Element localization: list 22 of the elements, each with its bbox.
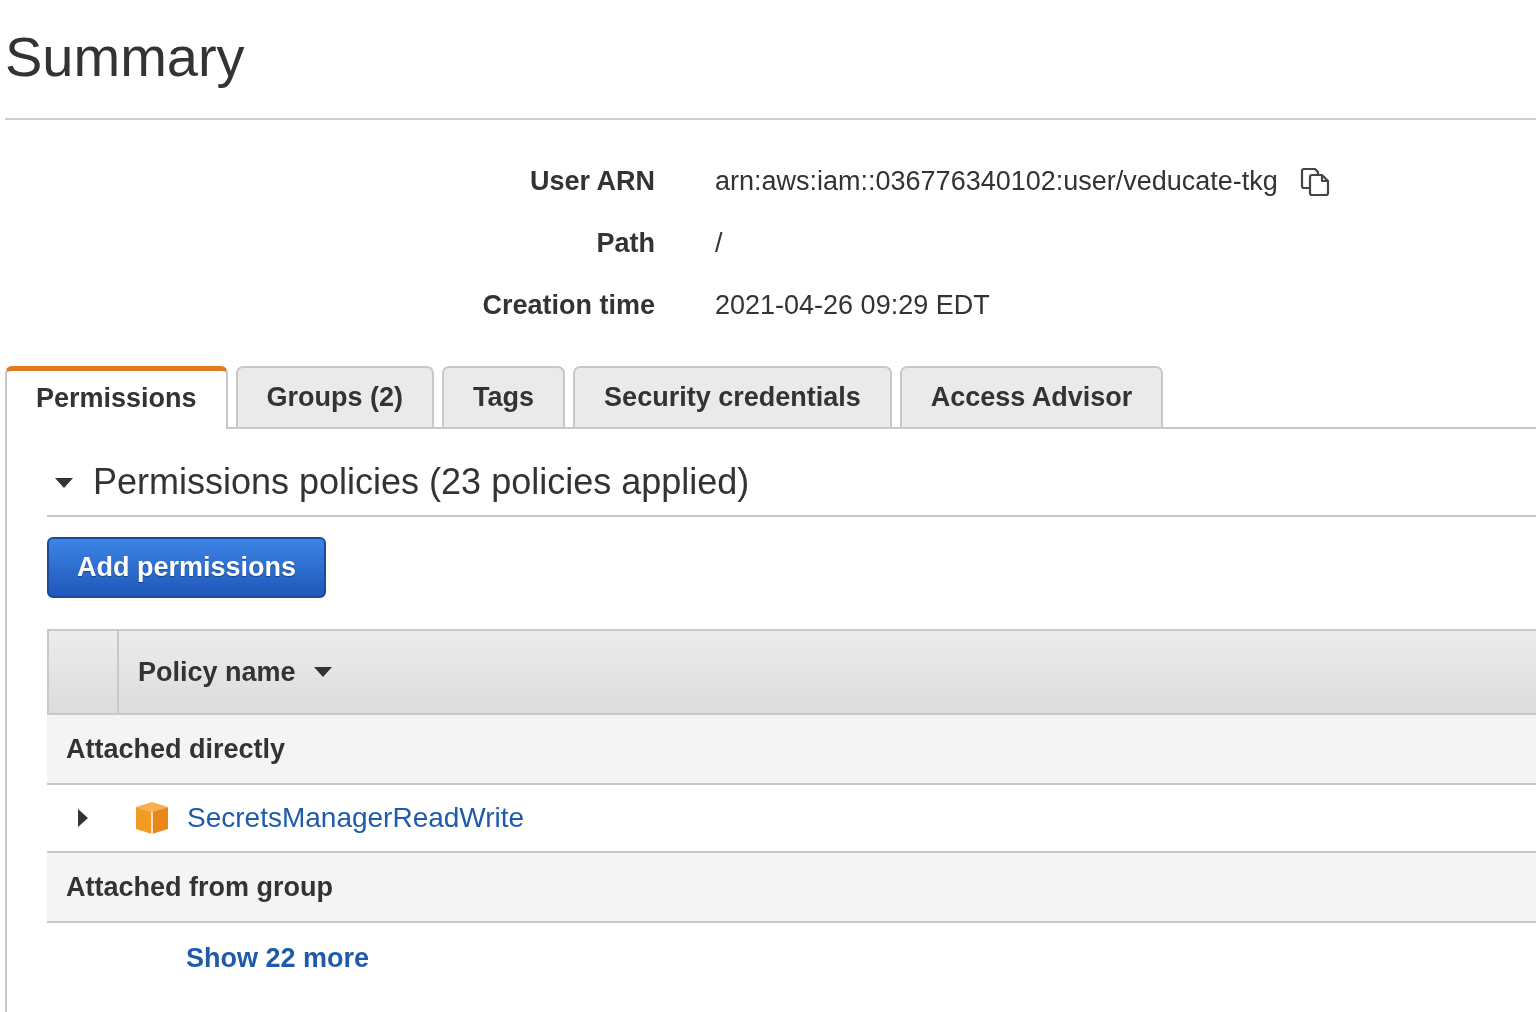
add-permissions-button[interactable]: Add permissions bbox=[47, 537, 327, 598]
tab[interactable]: Groups (2) bbox=[235, 366, 435, 427]
caret-icon[interactable] bbox=[78, 809, 88, 827]
tab[interactable]: Tags bbox=[442, 366, 566, 427]
group-label: Attached directly bbox=[66, 733, 286, 765]
field-label: Path bbox=[596, 227, 655, 259]
policy-link[interactable]: SecretsManagerReadWrite bbox=[187, 802, 525, 834]
tab[interactable]: Security credentials bbox=[573, 366, 892, 427]
cube-icon bbox=[135, 801, 169, 835]
tab[interactable]: Access Advisor bbox=[899, 366, 1164, 427]
field-value: 2021-04-26 09:29 EDT bbox=[715, 289, 990, 321]
page-title: Summary bbox=[5, 24, 245, 89]
field-label: Creation time bbox=[482, 289, 655, 321]
section-title: Permissions policies (23 policies applied) bbox=[93, 460, 750, 504]
column-header[interactable]: Policy name bbox=[119, 631, 1536, 713]
show-more-link[interactable]: Show 22 more bbox=[186, 942, 370, 974]
group-label: Attached from group bbox=[66, 871, 333, 903]
field-value: / bbox=[715, 227, 723, 259]
field-label: User ARN bbox=[529, 165, 655, 197]
tab[interactable]: Permissions bbox=[5, 366, 228, 429]
caret-icon[interactable] bbox=[55, 478, 73, 488]
field-value: arn:aws:iam::036776340102:user/veducate-tkg bbox=[715, 165, 1278, 197]
